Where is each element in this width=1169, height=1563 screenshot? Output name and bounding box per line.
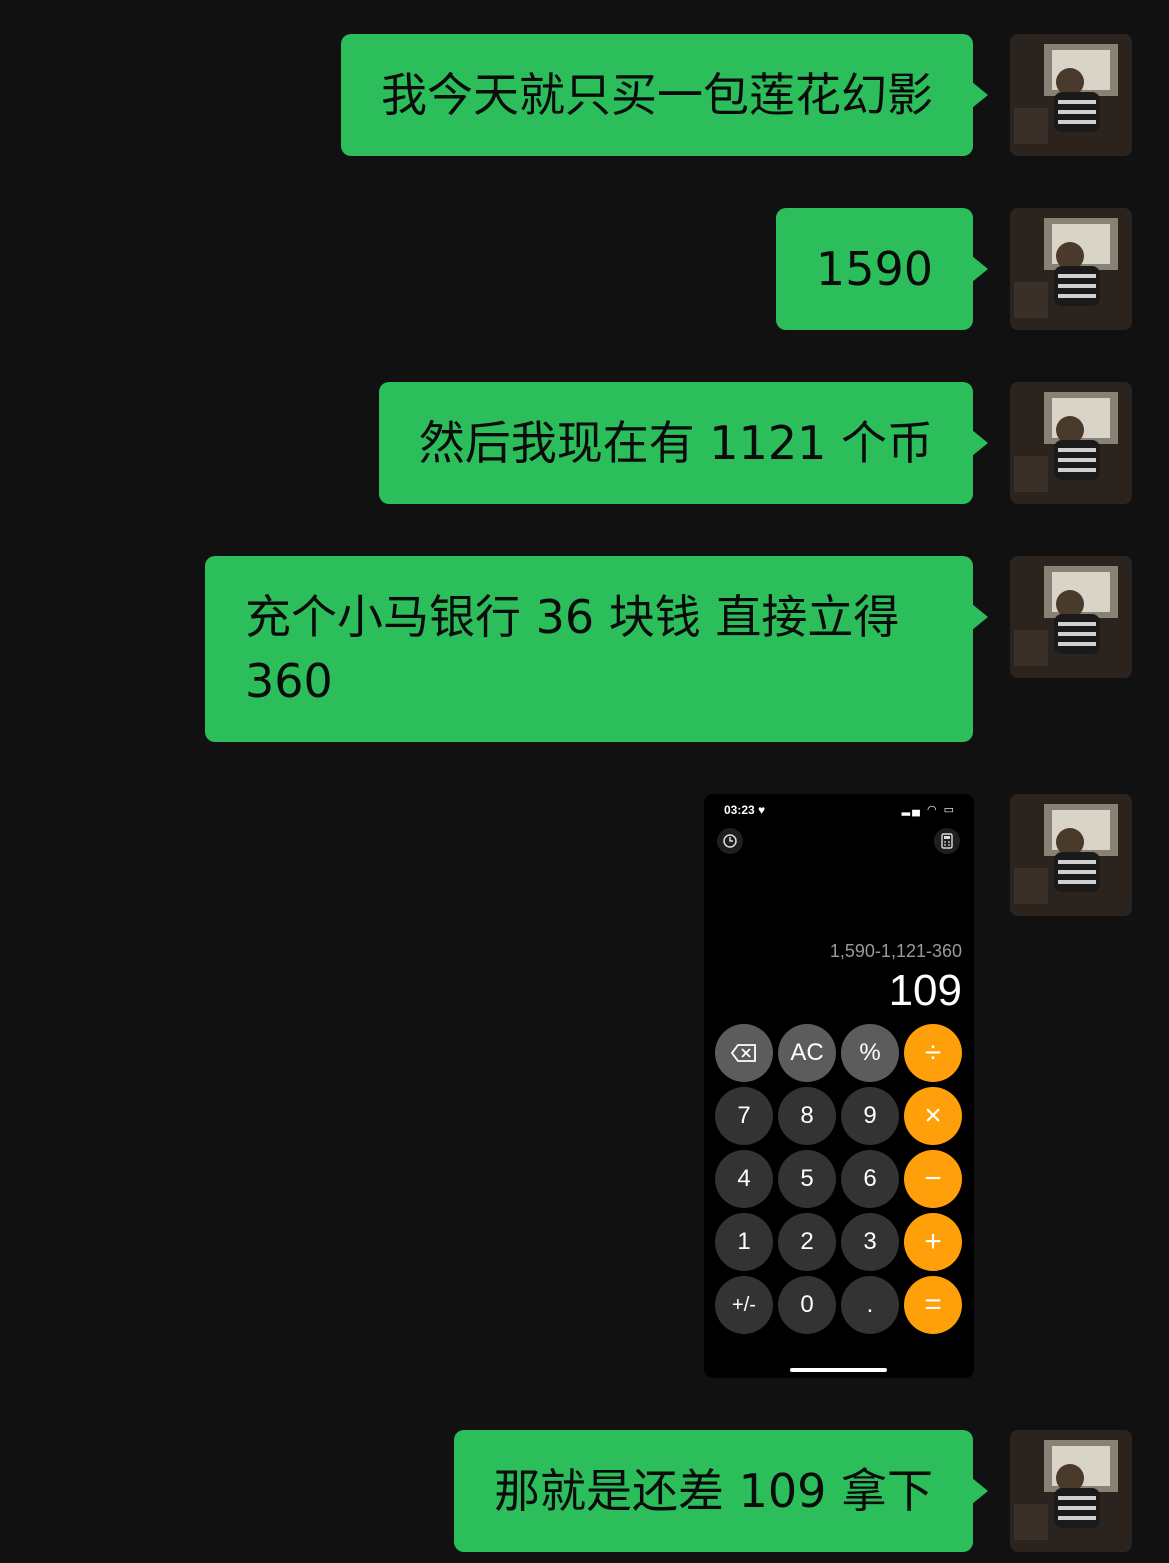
digit-key: 6 — [841, 1150, 899, 1208]
avatar[interactable] — [1010, 556, 1132, 678]
avatar-image — [1010, 34, 1132, 156]
home-indicator — [790, 1368, 887, 1372]
message-bubble[interactable]: 然后我现在有 1121 个币 — [378, 382, 989, 504]
backspace-icon — [730, 1044, 756, 1062]
digit-key: 8 — [778, 1087, 836, 1145]
message-bubble[interactable]: 充个小马银行 36 块钱 直接立得 360 — [205, 556, 988, 742]
plus-key: + — [904, 1213, 962, 1271]
calc-expression: 1,590-1,121-360 — [829, 941, 962, 961]
message-bubble[interactable]: 我今天就只买一包莲花幻影 — [341, 34, 988, 156]
digit-key: 4 — [715, 1150, 773, 1208]
message-text: 充个小马银行 36 块钱 直接立得 360 — [245, 590, 900, 708]
status-time: 03:23 ♥ — [724, 803, 766, 817]
message-bubble[interactable]: 那就是还差 109 拿下 — [453, 1430, 989, 1552]
status-icons: ▂▄ ◠ ▭ — [901, 804, 956, 816]
avatar[interactable] — [1010, 208, 1132, 330]
digit-key: 1 — [715, 1213, 773, 1271]
digit-key: 9 — [841, 1087, 899, 1145]
backspace-key — [715, 1024, 773, 1082]
digit-key: 7 — [715, 1087, 773, 1145]
digit-key: 5 — [778, 1150, 836, 1208]
avatar-image — [1010, 1430, 1132, 1552]
message-bubble[interactable]: 1590 — [775, 208, 989, 330]
digit-key: 3 — [841, 1213, 899, 1271]
divide-key: ÷ — [904, 1024, 962, 1082]
avatar-image — [1010, 794, 1132, 916]
message-text: 然后我现在有 1121 个币 — [418, 416, 933, 470]
avatar-image — [1010, 556, 1132, 678]
message-text: 我今天就只买一包莲花幻影 — [381, 68, 933, 122]
sign-key: +/- — [715, 1276, 773, 1334]
calculator-screenshot[interactable]: 03:23 ♥ ▂▄ ◠ ▭ 1,590-1,121-360 109 AC % … — [704, 794, 974, 1378]
avatar-image — [1010, 382, 1132, 504]
digit-key: 0 — [778, 1276, 836, 1334]
avatar[interactable] — [1010, 34, 1132, 156]
avatar-image — [1010, 208, 1132, 330]
percent-key: % — [841, 1024, 899, 1082]
avatar[interactable] — [1010, 1430, 1132, 1552]
message-text: 那就是还差 109 拿下 — [493, 1464, 933, 1518]
minus-key: − — [904, 1150, 962, 1208]
avatar[interactable] — [1010, 382, 1132, 504]
digit-key: 2 — [778, 1213, 836, 1271]
message-text: 1590 — [815, 242, 933, 296]
history-icon — [717, 828, 743, 854]
calculator-icon — [934, 828, 960, 854]
avatar[interactable] — [1010, 794, 1132, 916]
multiply-key: × — [904, 1087, 962, 1145]
clear-key: AC — [778, 1024, 836, 1082]
decimal-key: . — [841, 1276, 899, 1334]
equals-key: = — [904, 1276, 962, 1334]
calc-result: 109 — [888, 966, 962, 1015]
